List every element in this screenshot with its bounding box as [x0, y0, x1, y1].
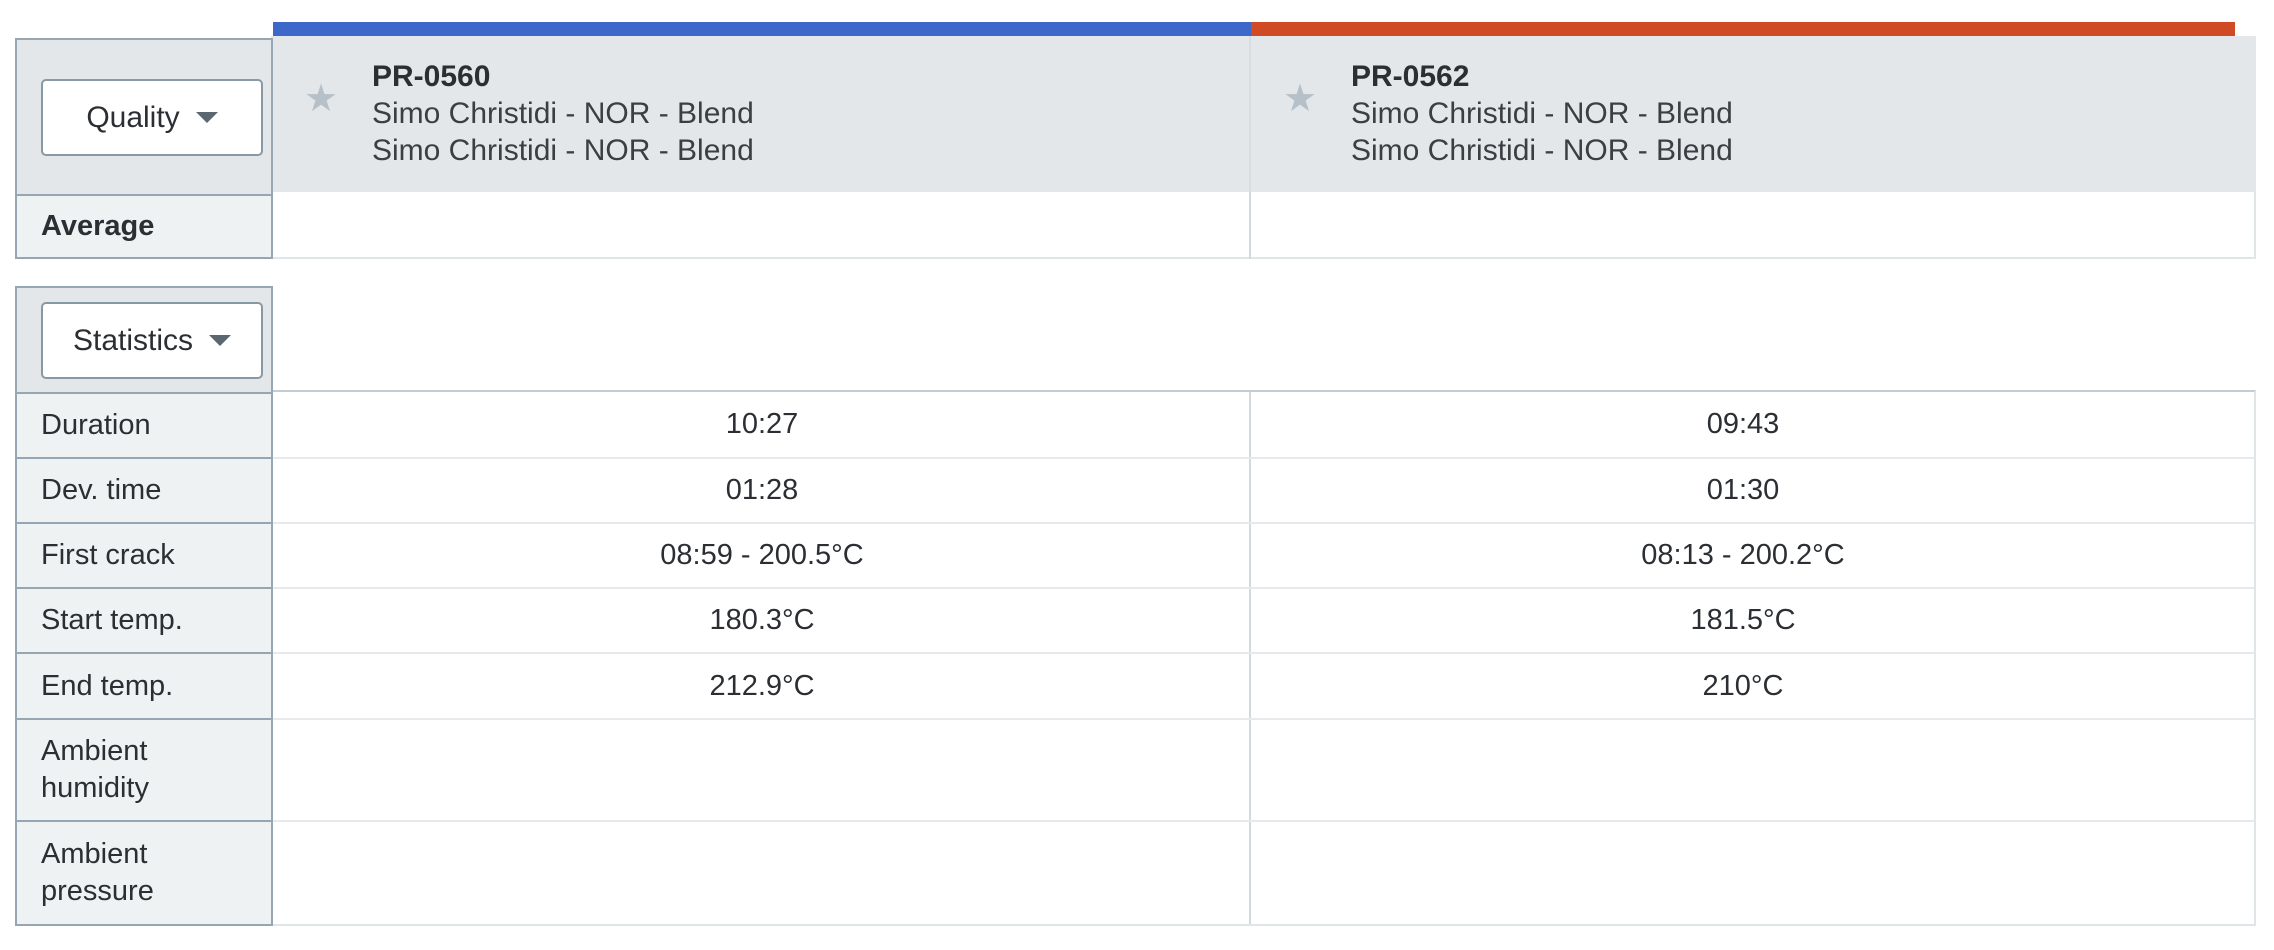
profile-name-line-1: Simo Christidi - NOR - Blend [1351, 97, 1733, 130]
quality-labels-column: Quality Average [15, 38, 273, 259]
first-crack-value-2: 08:13 - 200.2°C [1641, 539, 1845, 571]
average-divider [1249, 192, 1251, 259]
chevron-down-icon [195, 112, 218, 123]
dev-time-value-2: 01:30 [1706, 474, 1780, 506]
quality-dropdown-label: Quality [86, 100, 180, 134]
header-divider [1249, 36, 1251, 192]
average-row [273, 192, 2256, 259]
start-temp-value-2: 181.5°C [1690, 604, 1796, 636]
profile-id: PR-0560 [372, 60, 491, 93]
chevron-down-icon [209, 335, 232, 346]
stat-label-start-temp: Start temp. [41, 604, 183, 636]
average-label: Average [41, 210, 155, 242]
star-icon[interactable]: ★ [304, 80, 338, 118]
end-temp-value-2: 210°C [1702, 669, 1784, 702]
star-icon[interactable]: ★ [1283, 80, 1317, 118]
end-temp-value-1: 212.9°C [709, 669, 815, 702]
stat-label-ambient-humidity: Ambient humidity [41, 735, 149, 804]
row-divider [273, 820, 2254, 822]
statistics-dropdown-label: Statistics [72, 323, 194, 357]
profile-id: PR-0562 [1351, 60, 1470, 93]
dev-time-value-1: 01:28 [725, 474, 799, 506]
profile-name-line-1: Simo Christidi - NOR - Blend [372, 97, 754, 130]
row-divider [273, 718, 2254, 720]
quality-dropdown[interactable]: Quality [41, 79, 263, 156]
duration-value-1: 10:27 [725, 408, 799, 440]
stat-label-duration: Duration [41, 409, 151, 441]
stat-label-end-temp: End temp. [41, 669, 174, 702]
stat-label-dev-time: Dev. time [41, 474, 162, 506]
first-crack-value-1: 08:59 - 200.5°C [660, 539, 864, 571]
profile-1-color-bar [273, 22, 1251, 36]
statistics-dropdown[interactable]: Statistics [41, 302, 263, 379]
start-temp-value-1: 180.3°C [709, 604, 815, 636]
stat-label-first-crack: First crack [41, 539, 175, 571]
profile-name-line-2: Simo Christidi - NOR - Blend [372, 134, 754, 167]
profile-header-2[interactable]: ★ PR-0562 Simo Christidi - NOR - Blend S… [1279, 58, 2219, 176]
duration-value-2: 09:43 [1706, 408, 1780, 440]
profile-header-1[interactable]: ★ PR-0560 Simo Christidi - NOR - Blend S… [300, 58, 1230, 176]
profile-name-line-2: Simo Christidi - NOR - Blend [1351, 134, 1733, 167]
stat-label-ambient-pressure: Ambient pressure [41, 838, 154, 907]
statistics-labels-column: Statistics Duration Dev. time First crac… [15, 286, 273, 926]
profile-2-color-bar [1251, 22, 2235, 36]
